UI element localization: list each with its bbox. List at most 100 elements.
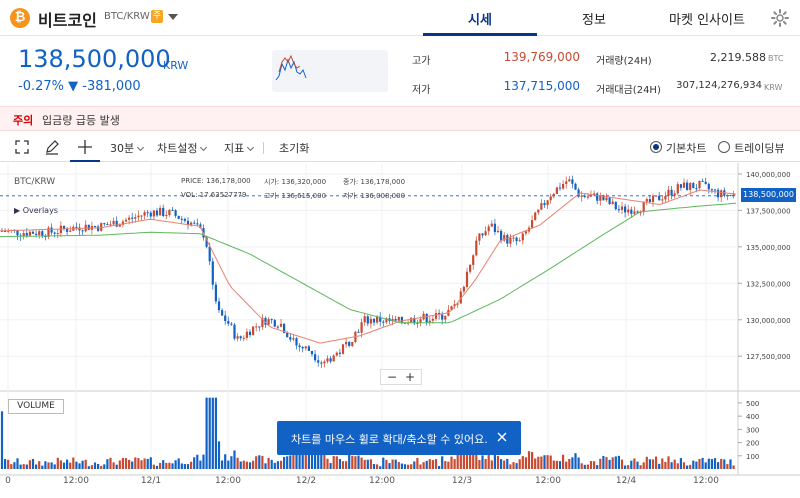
- volume-bar-down: [44, 461, 47, 469]
- x-tick-label: 12:00: [535, 476, 561, 486]
- candle-body-up: [698, 180, 701, 189]
- volume-bar-down: [186, 464, 190, 469]
- candle-body-down: [382, 321, 385, 323]
- caution-banner: 주의 입금량 급등 발생: [0, 106, 800, 131]
- volume-bar-down: [50, 462, 53, 469]
- chart-settings-select[interactable]: 차트설정: [157, 140, 208, 156]
- reset-button[interactable]: 초기화: [279, 140, 309, 156]
- candle-body-up: [509, 237, 512, 244]
- volume-bar-up: [84, 459, 87, 469]
- volume-bar-up: [351, 455, 354, 469]
- legend-open-value: 136,320,000: [281, 178, 327, 186]
- basic-chart-label[interactable]: 기본차트: [666, 140, 706, 156]
- tradingview-radio[interactable]: [718, 141, 730, 153]
- price-unit: KRW: [163, 59, 189, 72]
- volume-bar-down: [199, 460, 202, 469]
- tradingview-label[interactable]: 트레이딩뷰: [734, 140, 785, 156]
- volume-bar-up: [109, 457, 112, 469]
- candle-body-down: [53, 232, 56, 234]
- gear-icon[interactable]: [770, 8, 790, 28]
- volume-bar-down: [97, 464, 100, 469]
- candlestick-chart[interactable]: 0 12:00 12/1 12:00 12/2 12:00 12/3 12:00 12/4 12:…: [0, 163, 800, 498]
- candle-body-up: [661, 199, 664, 201]
- candle-body-up: [323, 361, 326, 364]
- crosshair-icon[interactable]: [77, 139, 93, 155]
- candle-body-up: [673, 193, 676, 196]
- volume-bar-up: [28, 460, 31, 469]
- volume-bar-up: [555, 460, 558, 469]
- tab-info[interactable]: 정보: [537, 9, 651, 28]
- candle-body-down: [66, 228, 69, 232]
- fullscreen-icon[interactable]: [14, 139, 30, 155]
- candle-body-up: [580, 195, 583, 197]
- volume-bar-down: [558, 461, 562, 469]
- volume-bar-down: [515, 463, 518, 469]
- close-icon[interactable]: [496, 431, 508, 443]
- candle-body-down: [710, 189, 713, 191]
- candle-body-down: [103, 223, 106, 225]
- volume-bar-up: [540, 456, 543, 469]
- candle-body-up: [620, 206, 624, 210]
- volume-bar-down: [596, 465, 599, 469]
- candle-body-up: [664, 196, 667, 200]
- volume-bar-up: [59, 460, 62, 469]
- overlays-toggle[interactable]: ▶ Overlays: [14, 206, 58, 215]
- candle-body-up: [431, 318, 434, 321]
- candle-body-down: [314, 354, 317, 361]
- volume-bar-down: [258, 455, 261, 469]
- volume-bar-down: [87, 466, 90, 469]
- candle-body-down: [543, 203, 546, 206]
- price-change: -0.27% ▼ -381,000: [18, 79, 141, 94]
- basic-chart-radio[interactable]: [650, 141, 662, 153]
- candle-body-down: [295, 338, 298, 346]
- legend-high-label: 고가:: [264, 192, 280, 200]
- zoom-in-button[interactable]: +: [401, 370, 419, 384]
- x-tick-label: 12:00: [693, 476, 719, 486]
- pencil-icon[interactable]: [44, 139, 60, 155]
- tab-market-insight[interactable]: 마켓 인사이트: [651, 9, 763, 28]
- candle-body-down: [97, 226, 100, 231]
- candle-body-down: [310, 350, 314, 355]
- candle-body-up: [490, 223, 493, 227]
- zoom-out-button[interactable]: −: [383, 370, 401, 384]
- volume-bar-down: [382, 457, 385, 469]
- volume-bar-up: [664, 461, 667, 469]
- tab-quote[interactable]: 시세: [423, 9, 537, 28]
- volume-bar-down: [686, 465, 689, 469]
- volume-bar-up: [341, 461, 345, 469]
- volume-bar-up: [118, 460, 121, 469]
- candle-body-down: [301, 347, 304, 349]
- volume-bar-up: [56, 457, 59, 469]
- volume-bar-down: [701, 457, 704, 469]
- candle-body-down: [171, 209, 174, 211]
- volume-bar-down: [35, 464, 38, 469]
- volume-bar-up: [531, 452, 534, 469]
- coin-name: 비트코인: [38, 11, 97, 30]
- candle-body-up: [487, 226, 490, 232]
- volume-bar-down: [13, 462, 16, 469]
- volume-bar-up: [419, 464, 422, 469]
- candle-body-up: [537, 209, 540, 213]
- volume-bar-up: [720, 458, 723, 469]
- zoom-control: − +: [380, 369, 422, 385]
- coin-dropdown-icon[interactable]: [168, 14, 178, 20]
- candle-body-up: [159, 207, 162, 216]
- candle-body-up: [363, 316, 366, 323]
- volume-bar-up: [428, 459, 431, 469]
- interval-select[interactable]: 30분: [110, 140, 145, 156]
- indicators-select[interactable]: 지표: [224, 140, 255, 156]
- candle-body-up: [118, 224, 121, 227]
- x-tick-label: 12:00: [63, 476, 89, 486]
- volume-bar-up: [134, 457, 137, 469]
- volume-bar-down: [103, 464, 106, 469]
- volume-bar-up: [143, 458, 146, 469]
- candle-body-down: [558, 187, 562, 189]
- volume-bar-down: [174, 460, 177, 469]
- current-price-tag: 138,500,000: [741, 188, 796, 202]
- x-tick-label: 12/1: [141, 476, 161, 486]
- volume-bar-down: [329, 463, 332, 469]
- volume-bar-down: [403, 464, 407, 469]
- volume-bar-up: [90, 465, 93, 469]
- volume-bar-down: [624, 465, 627, 469]
- candle-body-up: [478, 233, 481, 241]
